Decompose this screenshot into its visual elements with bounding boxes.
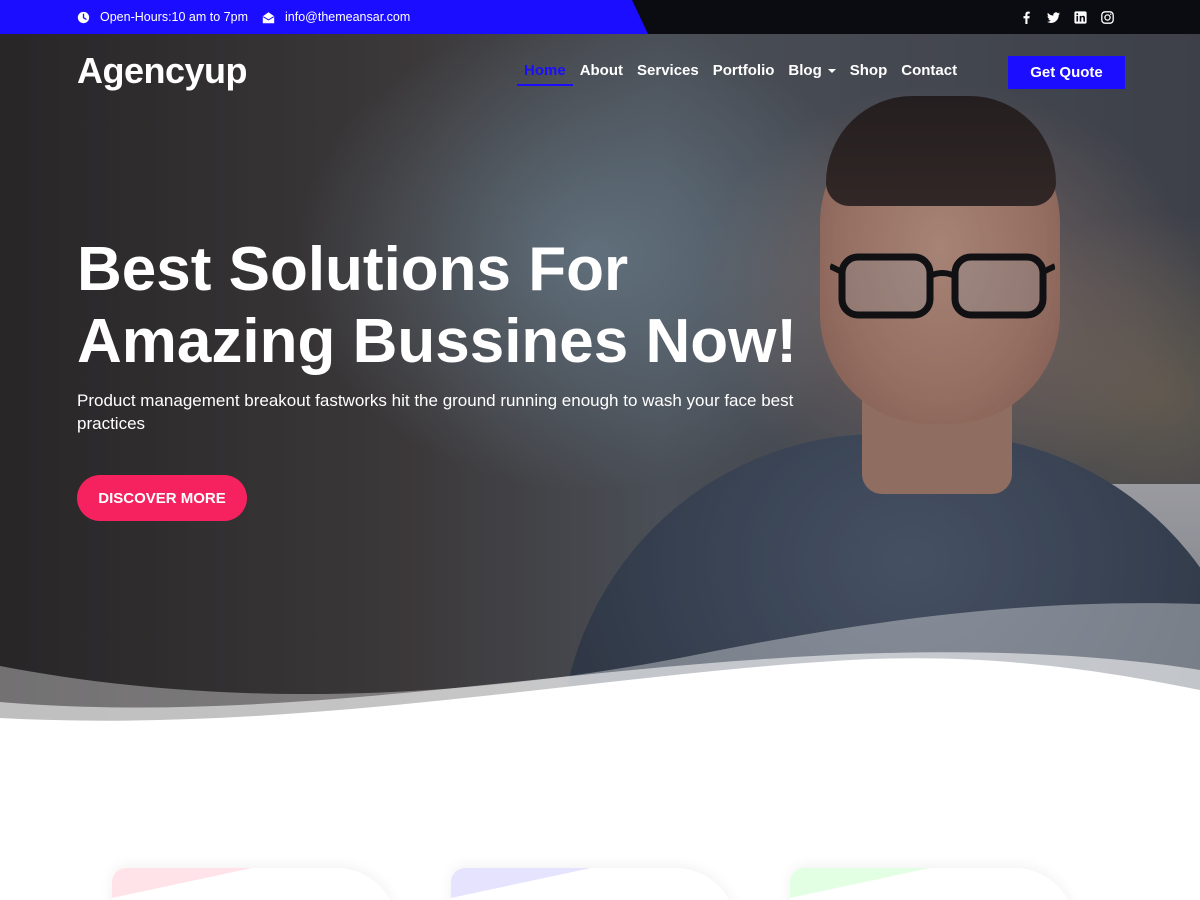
twitter-icon[interactable] (1047, 11, 1060, 24)
nav-services[interactable]: Services (630, 58, 706, 86)
discover-more-button[interactable]: DISCOVER MORE (77, 475, 247, 521)
nav-blog[interactable]: Blog (781, 58, 842, 86)
hero-title-line-2: Amazing Bussines Now! (77, 307, 797, 376)
nav-shop[interactable]: Shop (843, 58, 895, 86)
nav-blog-label: Blog (788, 62, 822, 79)
hero-wave-divider (0, 603, 1200, 724)
nav-contact[interactable]: Contact (894, 58, 964, 86)
top-bar: Open-Hours:10 am to 7pm info@themeansar.… (0, 0, 1200, 34)
main-nav: Home About Services Portfolio Blog Shop … (517, 58, 964, 86)
feature-card-1[interactable] (112, 868, 397, 900)
feature-card-3[interactable] (790, 868, 1075, 900)
feature-card-1-accent (112, 868, 252, 898)
hero-section (0, 34, 1200, 724)
nav-home[interactable]: Home (517, 58, 573, 86)
feature-card-2[interactable] (451, 868, 736, 900)
hero-title-line-1: Best Solutions For (77, 235, 629, 304)
feature-card-3-accent (790, 868, 930, 898)
hero-title: Best Solutions For Amazing Bussines Now! (77, 234, 857, 378)
email-info[interactable]: info@themeansar.com (262, 10, 410, 24)
open-hours: Open-Hours:10 am to 7pm (77, 10, 248, 24)
get-quote-button[interactable]: Get Quote (1008, 56, 1125, 89)
nav-portfolio[interactable]: Portfolio (706, 58, 782, 86)
feature-card-2-accent (451, 868, 591, 898)
instagram-icon[interactable] (1101, 10, 1114, 24)
linkedin-icon[interactable] (1074, 10, 1087, 24)
chevron-down-icon (827, 69, 836, 74)
clock-icon (77, 11, 90, 24)
site-logo[interactable]: Agencyup (77, 50, 248, 92)
hero-description: Product management breakout fastworks hi… (77, 391, 794, 433)
envelope-open-icon (262, 11, 275, 24)
facebook-icon[interactable] (1020, 11, 1033, 24)
nav-about[interactable]: About (573, 58, 630, 86)
email-text[interactable]: info@themeansar.com (285, 10, 410, 24)
social-links (1020, 0, 1114, 34)
open-hours-text: Open-Hours:10 am to 7pm (100, 10, 248, 24)
contact-info: Open-Hours:10 am to 7pm info@themeansar.… (77, 0, 410, 34)
